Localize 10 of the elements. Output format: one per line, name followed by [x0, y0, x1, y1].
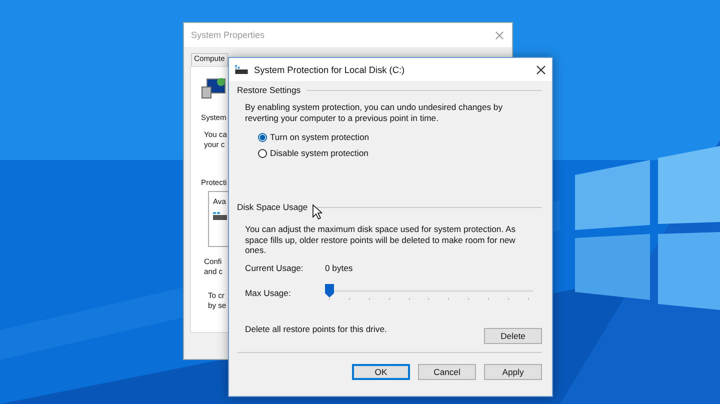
description-text: Delete all restore points for this drive.	[245, 324, 387, 334]
usage-value: 0 bytes	[325, 262, 353, 272]
group-heading: Disk Space Usage	[237, 202, 308, 212]
description-text: You can adjust the maximum disk space used for system protection. As space fills up, older restore points will be deleted to make room for new ones.	[245, 224, 517, 256]
description-text: By enabling system protection, you can undo undesired changes by reverting your computer to a previous point in time.	[245, 102, 504, 123]
dialog-title: System Protection for Local Disk (C:)	[254, 64, 406, 74]
field-label: Max Usage:	[245, 288, 292, 298]
group-heading: Restore Settings	[237, 85, 301, 95]
field-label: Current Usage:	[245, 262, 304, 272]
window-title: System Properties	[191, 30, 266, 40]
